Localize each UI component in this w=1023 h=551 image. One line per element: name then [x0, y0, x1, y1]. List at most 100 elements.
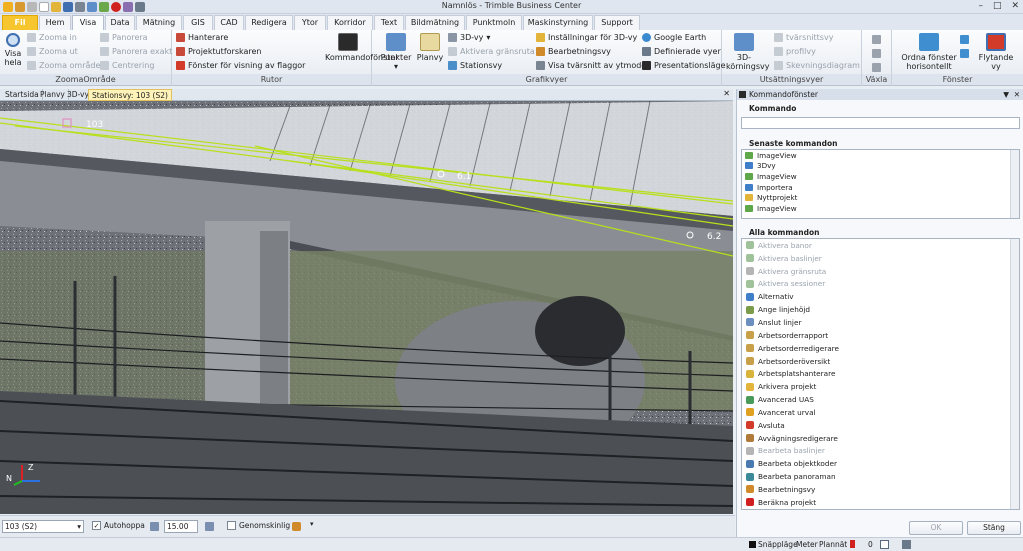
profilvy-button[interactable]: profilvy [774, 47, 816, 56]
minimize-icon[interactable]: – [978, 1, 983, 11]
close-doc-icon[interactable]: ✕ [723, 89, 730, 98]
command-item[interactable]: Avvägningsredigerare [742, 432, 1019, 445]
command-item[interactable]: Bearbetningsvy [742, 483, 1019, 496]
panorera-exakt-button[interactable]: Panorera exakt [100, 47, 172, 56]
stationsvy-button[interactable]: Stationsvy [448, 61, 502, 70]
tab-redigera[interactable]: Redigera [245, 15, 293, 30]
tab-cad[interactable]: CAD [214, 15, 244, 30]
recent-commands-list[interactable]: ImageView 3Dvy ImageView Importera Nyttproje… [741, 149, 1020, 219]
command-item[interactable]: Beräkna projekt [742, 496, 1019, 509]
visa-tvarsnitt-button[interactable]: Visa tvärsnitt av ytmodell [536, 61, 651, 70]
layout-icon[interactable] [880, 540, 889, 549]
snap-icon[interactable] [749, 541, 756, 548]
ordna-fonster-button[interactable]: Ordna fönster horisontellt [896, 33, 962, 71]
tab-data[interactable]: Data [105, 15, 135, 30]
snapplage-label[interactable]: Snäppläge [758, 540, 798, 549]
grid-status-icon[interactable] [902, 540, 911, 549]
point-cloud-viewport[interactable]: 103 6.1 6.2 Z N [0, 101, 733, 514]
tab-support[interactable]: Support [594, 15, 640, 30]
skevningsdiagram-button[interactable]: Skevningsdiagram [774, 61, 860, 70]
command-item[interactable]: Bearbeta baslinjer [742, 445, 1019, 458]
flag-icon[interactable] [850, 540, 855, 548]
installningar-3d-button[interactable]: Inställningar för 3D-vy [536, 33, 637, 42]
tab-gis[interactable]: GIS [183, 15, 213, 30]
command-item[interactable]: Ange linjehöjd [742, 303, 1019, 316]
autohoppa-checkbox[interactable]: ✓ Autohoppa [92, 521, 145, 530]
command-item[interactable]: Bearbeta panoraman [742, 470, 1019, 483]
ok-button[interactable]: OK [909, 521, 963, 535]
window-split-icon[interactable] [960, 35, 969, 44]
panorera-button[interactable]: Panorera [100, 33, 148, 42]
panel-close-icon[interactable]: ✕ [1014, 89, 1020, 100]
recent-command-item[interactable]: ImageView [742, 150, 1019, 161]
doc-tab-stationsvy[interactable]: Stationsvy: 103 (S2) [88, 89, 172, 101]
tab-korridor[interactable]: Korridor [327, 15, 373, 30]
tab-hem[interactable]: Hem [39, 15, 71, 30]
command-item[interactable]: Alternativ [742, 290, 1019, 303]
tab-matning[interactable]: Mätning [136, 15, 182, 30]
command-item[interactable]: Avancerad UAS [742, 393, 1019, 406]
command-item[interactable]: Aktivera gränsruta [742, 265, 1019, 278]
hanterare-button[interactable]: Hanterare [176, 33, 228, 42]
aktivera-gransruta-button[interactable]: Aktivera gränsruta [448, 47, 535, 56]
command-item[interactable]: Aktivera banor [742, 239, 1019, 252]
command-item[interactable]: Arbetsorderrapport [742, 329, 1019, 342]
3d-korningsvy-button[interactable]: 3D-körningsvy [726, 33, 769, 71]
recent-command-item[interactable]: Nyttprojekt [742, 192, 1019, 203]
command-item[interactable]: Aktivera sessioner [742, 278, 1019, 291]
punkter-button[interactable]: Punkter ▾ [380, 33, 412, 71]
recent-scrollbar[interactable] [1010, 150, 1019, 218]
command-input[interactable] [741, 117, 1020, 129]
visa-hela-button[interactable]: Visa hela [2, 33, 24, 67]
zooma-ut-button[interactable]: Zooma ut [27, 47, 78, 56]
toggle-grid-icon[interactable] [872, 35, 881, 44]
plannat-label[interactable]: Plannät [819, 540, 847, 549]
planvy-button[interactable]: Planvy [416, 33, 444, 62]
command-item[interactable]: Avsluta [742, 419, 1019, 432]
zooma-in-button[interactable]: Zooma in [27, 33, 77, 42]
recent-command-item[interactable]: ImageView [742, 203, 1019, 214]
definierade-vyer-button[interactable]: Definierade vyer [642, 47, 721, 56]
toggle-layer-icon[interactable] [872, 49, 881, 58]
recent-command-item[interactable]: 3Dvy [742, 161, 1019, 172]
google-earth-button[interactable]: Google Earth [642, 33, 706, 42]
kommandofonster-button[interactable]: Kommandofönster [325, 33, 399, 62]
command-item[interactable]: Bearbeta objektkoder [742, 457, 1019, 470]
pin-icon[interactable]: ▼ [1003, 89, 1009, 100]
meter-label[interactable]: Meter [796, 540, 818, 549]
tab-maskinstyrning[interactable]: Maskinstyrning [523, 15, 593, 30]
command-item[interactable]: Anslut linjer [742, 316, 1019, 329]
tab-punktmoln[interactable]: Punktmoln [466, 15, 522, 30]
tab-fil[interactable]: Fil [2, 15, 38, 30]
fonster-flaggor-button[interactable]: Fönster för visning av flaggor [176, 61, 305, 70]
stang-button[interactable]: Stäng [967, 521, 1021, 535]
presentationslage-button[interactable]: Presentationsläge [642, 61, 726, 70]
command-item[interactable]: Arbetsplatshanterare [742, 367, 1019, 380]
command-item[interactable]: Avancerat urval [742, 406, 1019, 419]
station-select[interactable]: 103 (S2) ▾ [2, 520, 84, 533]
all-commands-list[interactable]: Aktivera banor Aktivera baslinjer Aktivera… [741, 238, 1020, 510]
3d-vy-button[interactable]: 3D-vy ▾ [448, 33, 490, 42]
window-cascade-icon[interactable] [960, 49, 969, 58]
paint-icon[interactable] [292, 522, 301, 531]
command-item[interactable]: Aktivera baslinjer [742, 252, 1019, 265]
flytande-vy-button[interactable]: Flytande vy [974, 33, 1018, 71]
tab-visa[interactable]: Visa [72, 15, 104, 30]
command-item[interactable]: Arbetsorderredigerare [742, 342, 1019, 355]
step-input[interactable]: 15.00 [164, 520, 198, 533]
tab-ytor[interactable]: Ytor [294, 15, 326, 30]
recent-command-item[interactable]: ImageView [742, 171, 1019, 182]
point-cloud-scene[interactable]: 103 6.1 6.2 Z N [0, 101, 733, 514]
bearbetningsvy-button[interactable]: Bearbetningsvy [536, 47, 611, 56]
maximize-icon[interactable]: □ [993, 1, 1002, 11]
tab-text[interactable]: Text [374, 15, 404, 30]
step-apply-icon[interactable] [205, 522, 214, 531]
tab-bildmatning[interactable]: Bildmätning [405, 15, 465, 30]
tvarsnittsvy-button[interactable]: tvärsnittsvy [774, 33, 833, 42]
centrering-button[interactable]: Centrering [100, 61, 154, 70]
toggle-points-icon[interactable] [872, 63, 881, 72]
all-scrollbar[interactable] [1010, 239, 1019, 509]
projektutforskaren-button[interactable]: Projektutforskaren [176, 47, 261, 56]
recent-command-item[interactable]: Importera [742, 182, 1019, 193]
zooma-omrade-button[interactable]: Zooma område [27, 61, 100, 70]
